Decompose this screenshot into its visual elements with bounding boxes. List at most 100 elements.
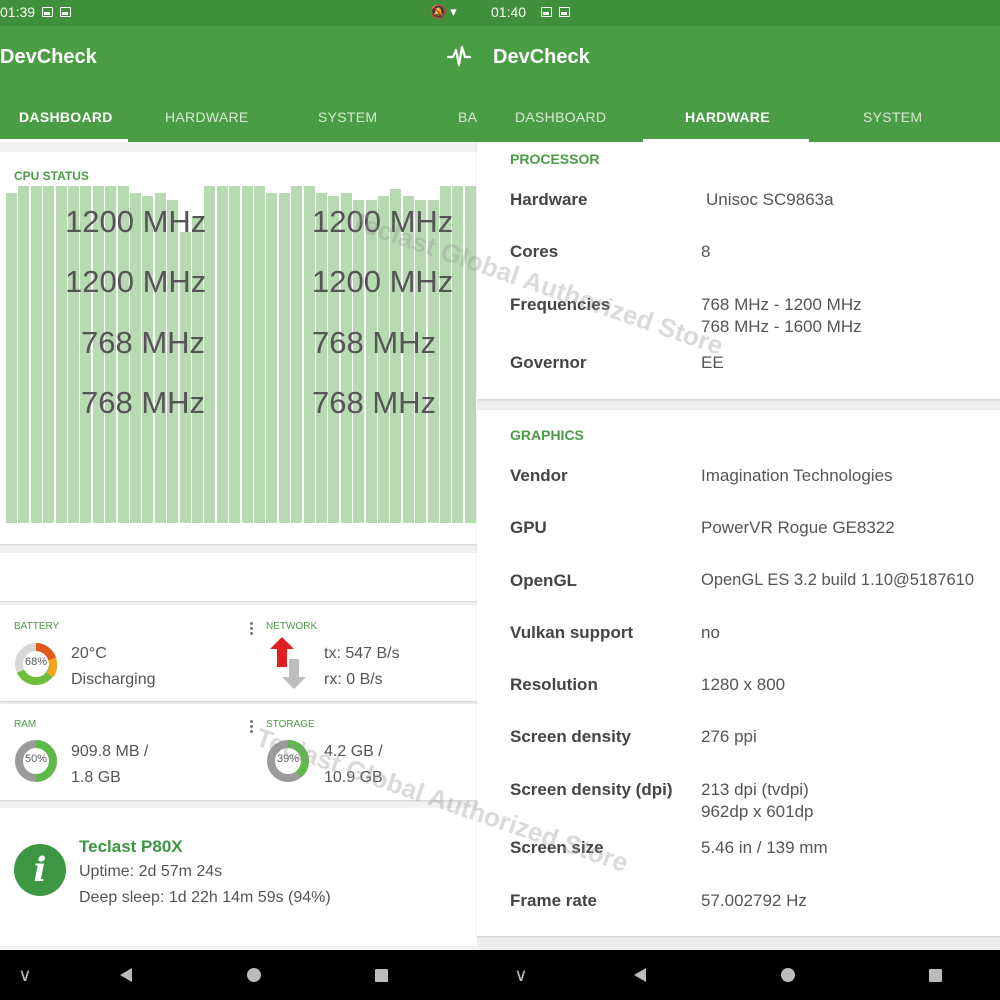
screenshot: 01:39 🔕▾ DevCheck DASHBOARD HARDWARE SYS… (0, 0, 1000, 1000)
device-info-card[interactable]: i (0, 808, 477, 946)
screen-dpi-key: Screen density (dpi) (510, 780, 673, 799)
screen-density-value[interactable]: 276 ppi (701, 727, 757, 747)
tab-bar: DASHBOARD HARDWARE SYSTEM (477, 90, 1000, 142)
gpu-key: GPU (510, 518, 547, 537)
vendor-value[interactable]: Imagination Technologies (701, 466, 893, 486)
cpu-history-bar (278, 193, 290, 523)
core-frequency: 768 MHz (312, 325, 437, 360)
gallery-notification-icon (559, 7, 570, 17)
cpu-status-card[interactable]: CPU STATUS 1200 MHz 1200 MHz 1200 MHz 12… (0, 152, 477, 544)
tab-hardware[interactable]: HARDWARE (685, 109, 770, 125)
chevron-down-icon: ∨ (18, 964, 32, 985)
tab-system[interactable]: SYSTEM (318, 109, 377, 125)
status-bar: 01:39 🔕▾ (0, 0, 477, 26)
hardware-value[interactable]: Unisoc SC9863a (706, 190, 834, 210)
app-bar: DevCheck (477, 26, 1000, 90)
device-name: Teclast P80X (79, 837, 183, 856)
image-notification-icon (42, 7, 53, 17)
status-time: 01:40 (491, 4, 527, 20)
nav-recents-button[interactable] (361, 950, 401, 1000)
more-options-icon[interactable] (248, 720, 254, 736)
processor-section-title: PROCESSOR (510, 151, 600, 167)
network-rx: rx: 0 B/s (324, 671, 383, 688)
battery-label: BATTERY (14, 621, 60, 632)
nav-collapse-button[interactable]: ∨ (501, 950, 541, 1000)
cpu-history-bar (254, 186, 265, 523)
battery-state: Discharging (71, 671, 156, 688)
hardware-key: Hardware (510, 190, 588, 209)
governor-key: Governor (510, 353, 587, 372)
back-icon (120, 968, 132, 982)
tab-dashboard[interactable]: DASHBOARD (19, 109, 113, 125)
cpu-history-bar (229, 186, 241, 523)
cpu-history-bar (43, 186, 55, 523)
recents-icon (374, 968, 388, 982)
tab-dashboard[interactable]: DASHBOARD (515, 109, 606, 125)
nav-home-button[interactable] (768, 950, 808, 1000)
resolution-key: Resolution (510, 675, 598, 694)
mute-wifi-icons: 🔕▾ (430, 4, 461, 19)
screen-size-value[interactable]: 5.46 in / 139 mm (701, 838, 828, 858)
active-tab-indicator (0, 139, 128, 142)
cpu-history-bar (6, 193, 17, 523)
nav-home-button[interactable] (234, 950, 274, 1000)
battery-temperature: 20°C (71, 645, 107, 662)
nav-back-button[interactable] (620, 950, 660, 1000)
cpu-history-bar (30, 186, 42, 523)
core-frequency: 768 MHz (81, 325, 206, 360)
cpu-history-bar (353, 200, 365, 523)
frequencies-value-1[interactable]: 768 MHz - 1200 MHz (701, 295, 862, 315)
cores-value[interactable]: 8 (701, 242, 710, 262)
pulse-icon[interactable] (446, 44, 472, 70)
screen-density-key: Screen density (510, 727, 631, 746)
tab-system[interactable]: SYSTEM (863, 109, 922, 125)
tab-battery-partial[interactable]: BA (458, 109, 477, 125)
vulkan-value[interactable]: no (701, 623, 720, 643)
cpu-history-bar (291, 186, 303, 523)
device-deep-sleep: Deep sleep: 1d 22h 14m 59s (94%) (79, 889, 331, 906)
vulkan-key: Vulkan support (510, 623, 634, 642)
device-uptime: Uptime: 2d 57m 24s (79, 863, 223, 880)
cpu-history-bar (266, 193, 278, 523)
core-frequency: 1200 MHz (65, 264, 207, 299)
cpu-history-bar (216, 186, 228, 523)
cpu-history-bar (241, 186, 253, 523)
home-icon (247, 968, 261, 982)
screen-dpi-value-2[interactable]: 962dp x 601dp (701, 802, 814, 822)
network-label: NETWORK (266, 621, 318, 632)
core-frequency: 768 MHz (81, 385, 206, 420)
info-icon: i (14, 844, 66, 896)
screen-dpi-value-1[interactable]: 213 dpi (tvdpi) (701, 780, 809, 800)
opengl-key: OpenGL (510, 571, 578, 590)
more-options-icon[interactable] (248, 622, 254, 638)
cores-key: Cores (510, 242, 559, 261)
ram-percent: 50% (24, 753, 48, 765)
status-time: 01:39 (0, 4, 36, 20)
cpu-history-bar (365, 200, 377, 523)
app-title: DevCheck (0, 46, 97, 68)
battery-percent: 68% (24, 656, 48, 668)
frame-rate-value[interactable]: 57.002792 Hz (701, 891, 807, 911)
nav-collapse-button[interactable]: ∨ (5, 950, 45, 1000)
nav-back-button[interactable] (106, 950, 146, 1000)
vendor-key: Vendor (510, 466, 568, 485)
cpu-history-bar (18, 186, 30, 523)
cpu-history-bar (167, 200, 179, 523)
tab-hardware[interactable]: HARDWARE (165, 109, 249, 125)
resolution-value[interactable]: 1280 x 800 (701, 675, 785, 695)
recents-icon (928, 968, 942, 982)
network-tx: tx: 547 B/s (324, 645, 400, 662)
gpu-value[interactable]: PowerVR Rogue GE8322 (701, 518, 895, 538)
image-notification-icon (541, 7, 552, 17)
opengl-value[interactable]: OpenGL ES 3.2 build 1.10@5187610 (701, 571, 974, 590)
nav-recents-button[interactable] (915, 950, 955, 1000)
back-icon (634, 968, 646, 982)
graphics-section-title: GRAPHICS (510, 427, 584, 443)
frame-rate-key: Frame rate (510, 891, 597, 910)
gallery-notification-icon (60, 7, 71, 17)
navigation-bar: ∨ ∨ (0, 950, 1000, 1000)
core-frequency: 1200 MHz (312, 264, 454, 299)
ram-label: RAM (14, 719, 37, 730)
ram-total: 1.8 GB (71, 769, 121, 786)
core-frequency: 1200 MHz (65, 204, 207, 239)
